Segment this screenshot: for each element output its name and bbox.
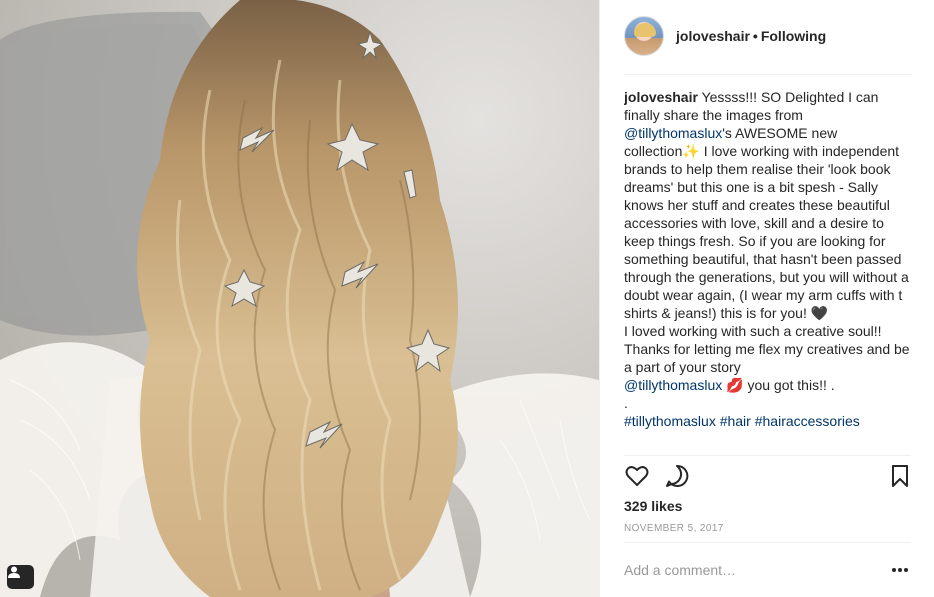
person-glyph (8, 566, 20, 578)
caption-mention-2[interactable]: @tillythomaslux (624, 377, 722, 393)
avatar[interactable] (624, 16, 664, 56)
ellipsis-dot (898, 568, 902, 572)
actions-divider (624, 455, 911, 456)
lips-emoji: 💋 (726, 377, 744, 393)
header-separator: • (752, 28, 758, 44)
header-divider (624, 74, 911, 75)
caption-hashtags[interactable]: #tillythomaslux #hair #hairaccessories (624, 413, 860, 429)
save-button[interactable] (888, 463, 916, 491)
post-date[interactable]: November 5, 2017 (624, 523, 724, 534)
like-button[interactable] (624, 463, 652, 491)
caption-mention-1[interactable]: @tillythomaslux (624, 125, 722, 141)
header-text: joloveshair • Following (676, 28, 826, 44)
heart-outline-icon (625, 466, 649, 486)
ellipsis-dot (904, 568, 908, 572)
caption-text-6: . (624, 395, 628, 411)
post-header: joloveshair • Following (600, 0, 934, 74)
header-username[interactable]: joloveshair (676, 28, 750, 44)
likes-count[interactable]: 329 likes (624, 498, 682, 514)
comment-divider (624, 542, 911, 543)
caption-username[interactable]: joloveshair (624, 89, 698, 105)
ellipsis-dot (892, 568, 896, 572)
caption-text-4: I loved working with such a creative sou… (624, 323, 910, 375)
sparkles-emoji: ✨ (682, 143, 700, 159)
caption-text-5: you got this!! . (747, 377, 835, 393)
ellipsis-icon[interactable] (892, 563, 910, 577)
action-bar (624, 463, 914, 491)
bookmark-icon (892, 465, 908, 487)
post-caption: joloveshair Yessss!!! SO Delighted I can… (624, 88, 914, 454)
comment-button[interactable] (664, 463, 692, 491)
post-photo[interactable] (0, 0, 599, 597)
follow-status-button[interactable]: Following (761, 28, 826, 44)
black-heart-emoji: 🖤 (810, 305, 829, 321)
photo-illustration (0, 0, 599, 597)
post-details-panel: joloveshair • Following joloveshair Yessss… (599, 0, 934, 597)
speech-bubble-icon (666, 464, 689, 487)
caption-text-3: I love working with independent brands t… (624, 143, 909, 321)
comment-input[interactable] (624, 556, 874, 584)
person-tag-icon[interactable] (7, 565, 34, 589)
